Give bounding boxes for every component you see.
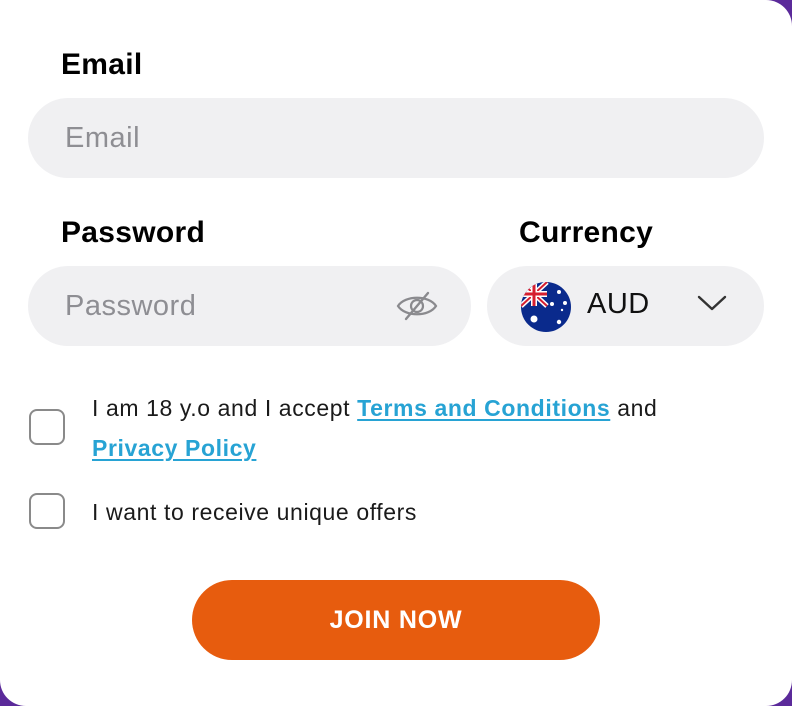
email-field[interactable] xyxy=(65,121,764,155)
terms-text-prefix: I am 18 y.o and I accept xyxy=(92,395,358,421)
offers-checkbox[interactable] xyxy=(29,493,65,529)
email-field-wrapper xyxy=(28,98,764,178)
privacy-link[interactable]: Privacy Policy xyxy=(92,435,256,461)
currency-value: AUD xyxy=(587,288,650,320)
password-field[interactable] xyxy=(65,289,385,323)
terms-checkbox[interactable] xyxy=(29,409,65,445)
signup-form: Email Password Currency xyxy=(0,0,792,706)
email-label: Email xyxy=(61,48,143,81)
join-now-button[interactable]: JOIN NOW xyxy=(192,580,600,660)
terms-consent-text: I am 18 y.o and I accept Terms and Condi… xyxy=(92,388,732,468)
eye-slash-icon[interactable] xyxy=(395,290,439,322)
terms-link[interactable]: Terms and Conditions xyxy=(357,395,610,421)
password-field-wrapper xyxy=(28,266,471,346)
currency-select[interactable]: AUD xyxy=(487,266,764,346)
currency-label: Currency xyxy=(519,216,654,249)
chevron-down-icon xyxy=(697,295,727,311)
offers-text: I want to receive unique offers xyxy=(92,499,418,525)
australia-flag-icon xyxy=(521,282,571,332)
password-label: Password xyxy=(61,216,206,249)
terms-text-middle: and xyxy=(610,395,658,421)
